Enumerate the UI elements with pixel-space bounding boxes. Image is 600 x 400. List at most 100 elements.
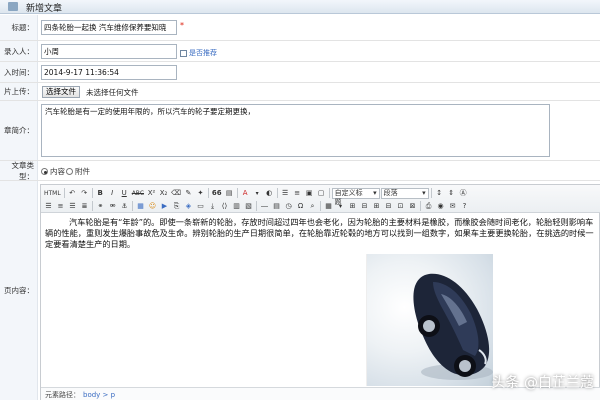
time-icon[interactable]: ◷ xyxy=(283,201,294,212)
paragraph-spacing-icon[interactable]: ⇕ xyxy=(446,188,457,199)
date-icon[interactable]: ▤ xyxy=(271,201,282,212)
redo-icon[interactable]: ↷ xyxy=(79,188,90,199)
type-attachment-label: 附件 xyxy=(75,167,90,176)
type-label: 文章类型： xyxy=(0,161,38,181)
type-attachment-option[interactable]: 附件 xyxy=(66,166,90,177)
emoticon-icon[interactable]: ☺ xyxy=(147,201,158,212)
align-justify-icon[interactable]: ≣ xyxy=(79,201,90,212)
title-label: 标题： xyxy=(0,15,38,40)
editor-content[interactable]: 汽车轮胎是有“年龄”的。即使一条崭新的轮胎，存放时间超过四年也会老化，因为轮胎的… xyxy=(41,214,600,386)
time-input[interactable]: 2014-9-17 11:36:54 xyxy=(41,65,177,80)
time-row: 入时间： 2014-9-17 11:36:54 xyxy=(0,62,600,83)
frame-icon[interactable]: ▭ xyxy=(195,201,206,212)
type-content-radio[interactable] xyxy=(41,168,48,175)
anchor-icon[interactable]: ⚓ xyxy=(119,201,130,212)
pagebreak-icon[interactable]: ⤓ xyxy=(207,201,218,212)
watermark-text: 头条 @白芷兰蔻 xyxy=(491,375,594,391)
undo-icon[interactable]: ↶ xyxy=(67,188,78,199)
code-icon[interactable]: ⟨⟩ xyxy=(219,201,230,212)
upload-row: 片上传： 选择文件 未选择任何文件 xyxy=(0,83,600,101)
type-attachment-radio[interactable] xyxy=(66,168,73,175)
line-height-icon[interactable]: ↕ xyxy=(434,188,445,199)
insert-row-icon[interactable]: ⊞ xyxy=(347,201,358,212)
search-replace-icon[interactable]: ⌕ xyxy=(307,201,318,212)
entry-person-label: 录入人： xyxy=(0,41,38,61)
recommend-option[interactable]: 是否推荐 xyxy=(180,48,217,58)
print-icon[interactable]: ⎙ xyxy=(423,201,434,212)
toolbar-row-2: ☰ ≡ ☰ ≣ ⚭ ⚮ ⚓ ▦ ☺ ▶ ⎘ ◈ ▭ ⤓ ⟨⟩ ▥ ▧ ― ▤ ◷… xyxy=(43,200,470,212)
drafts-icon[interactable]: ✉ xyxy=(447,201,458,212)
entry-person-input[interactable]: 小周 xyxy=(41,44,177,59)
special-char-icon[interactable]: Ω xyxy=(295,201,306,212)
no-file-text: 未选择任何文件 xyxy=(86,88,139,97)
link-icon[interactable]: ⚭ xyxy=(95,201,106,212)
horizontal-rule-icon[interactable]: ― xyxy=(259,201,270,212)
table-dropdown[interactable]: ▾ xyxy=(335,201,346,212)
background-icon[interactable]: ▧ xyxy=(243,201,254,212)
align-left-icon[interactable]: ☰ xyxy=(43,201,54,212)
map-icon[interactable]: ◈ xyxy=(183,201,194,212)
element-path-value[interactable]: body > p xyxy=(83,391,115,399)
article-paragraph: 汽车轮胎是有“年龄”的。即使一条崭新的轮胎，存放时间超过四年也会老化，因为轮胎的… xyxy=(45,217,594,249)
car-illustration xyxy=(413,273,493,380)
unordered-list-icon[interactable]: ≡ xyxy=(292,188,303,199)
preview-icon[interactable]: ◉ xyxy=(435,201,446,212)
split-cells-icon[interactable]: ⊠ xyxy=(407,201,418,212)
auto-format-icon[interactable]: ✦ xyxy=(195,188,206,199)
italic-button[interactable]: I xyxy=(107,188,118,199)
superscript-button[interactable]: X² xyxy=(146,188,157,199)
summary-row: 章简介： 汽车轮胎是有一定的使用年限的，所以汽车的轮子要定期更换， xyxy=(0,101,600,161)
attachment-icon[interactable]: ⎘ xyxy=(171,201,182,212)
format-clear-icon[interactable]: ⌫ xyxy=(170,188,182,199)
page-title: 新增文章 xyxy=(26,4,63,14)
choose-file-button[interactable]: 选择文件 xyxy=(42,86,80,98)
ordered-list-icon[interactable]: ☰ xyxy=(280,188,291,199)
insert-col-icon[interactable]: ⊞ xyxy=(371,201,382,212)
paragraph-format-dropdown[interactable]: 段落 ▾ xyxy=(380,187,429,199)
font-color-button[interactable]: A xyxy=(240,188,251,199)
recommend-label: 是否推荐 xyxy=(189,49,217,57)
element-path-label: 元素路径： xyxy=(45,391,80,399)
page-header: 新增文章 xyxy=(0,0,600,14)
help-icon[interactable]: ? xyxy=(459,201,470,212)
html-source-button[interactable]: HTML xyxy=(43,188,62,199)
title-input[interactable]: 四条轮胎一起换 汽车维修保养要知晓 xyxy=(41,20,177,35)
underline-button[interactable]: U xyxy=(119,188,130,199)
type-content-option[interactable]: 内容 xyxy=(41,166,65,177)
unlink-icon[interactable]: ⚮ xyxy=(107,201,118,212)
align-center-icon[interactable]: ≡ xyxy=(55,201,66,212)
toolbar-row-1: HTML ↶ ↷ B I U ABC X² X₂ ⌫ ✎ ✦ 66 ▤ A ▾ … xyxy=(43,187,469,206)
delete-row-icon[interactable]: ⊟ xyxy=(359,201,370,212)
image-icon[interactable]: ▦ xyxy=(135,201,146,212)
summary-textarea[interactable]: 汽车轮胎是有一定的使用年限的，所以汽车的轮子要定期更换， xyxy=(41,104,550,157)
font-size-icon[interactable]: Ⓐ xyxy=(458,188,469,199)
highlight-icon[interactable]: ◐ xyxy=(264,188,275,199)
title-row: 标题： 四条轮胎一起换 汽车维修保养要知晓 * xyxy=(0,15,600,41)
required-marker: * xyxy=(180,21,184,30)
blockquote-button[interactable]: 66 xyxy=(211,188,223,199)
strikethrough-button[interactable]: ABC xyxy=(131,188,145,199)
clear-doc-icon[interactable]: ▢ xyxy=(316,188,327,199)
summary-label: 章简介： xyxy=(0,101,38,160)
subscript-button[interactable]: X₂ xyxy=(158,188,169,199)
merge-cells-icon[interactable]: ⊡ xyxy=(395,201,406,212)
format-brush-icon[interactable]: ✎ xyxy=(183,188,194,199)
paste-plain-icon[interactable]: ▤ xyxy=(224,188,235,199)
type-row: 文章类型： 内容 附件 xyxy=(0,161,600,181)
rich-text-editor: HTML ↶ ↷ B I U ABC X² X₂ ⌫ ✎ ✦ 66 ▤ A ▾ … xyxy=(40,184,600,400)
recommend-checkbox[interactable] xyxy=(180,49,187,57)
document-icon xyxy=(8,2,18,11)
delete-col-icon[interactable]: ⊟ xyxy=(383,201,394,212)
align-right-icon[interactable]: ☰ xyxy=(67,201,78,212)
car-image[interactable] xyxy=(366,254,493,386)
template-icon[interactable]: ▥ xyxy=(231,201,242,212)
content-label: 页内容： xyxy=(0,181,38,400)
entry-person-row: 录入人： 小周 是否推荐 xyxy=(0,41,600,62)
editor-toolbar: HTML ↶ ↷ B I U ABC X² X₂ ⌫ ✎ ✦ 66 ▤ A ▾ … xyxy=(41,185,600,213)
video-icon[interactable]: ▶ xyxy=(159,201,170,212)
table-icon[interactable]: ▦ xyxy=(323,201,334,212)
select-all-icon[interactable]: ▣ xyxy=(304,188,315,199)
custom-title-dropdown[interactable]: 自定义标题 ▾ xyxy=(331,187,380,206)
bold-button[interactable]: B xyxy=(95,188,106,199)
font-color-dropdown[interactable]: ▾ xyxy=(252,188,263,199)
